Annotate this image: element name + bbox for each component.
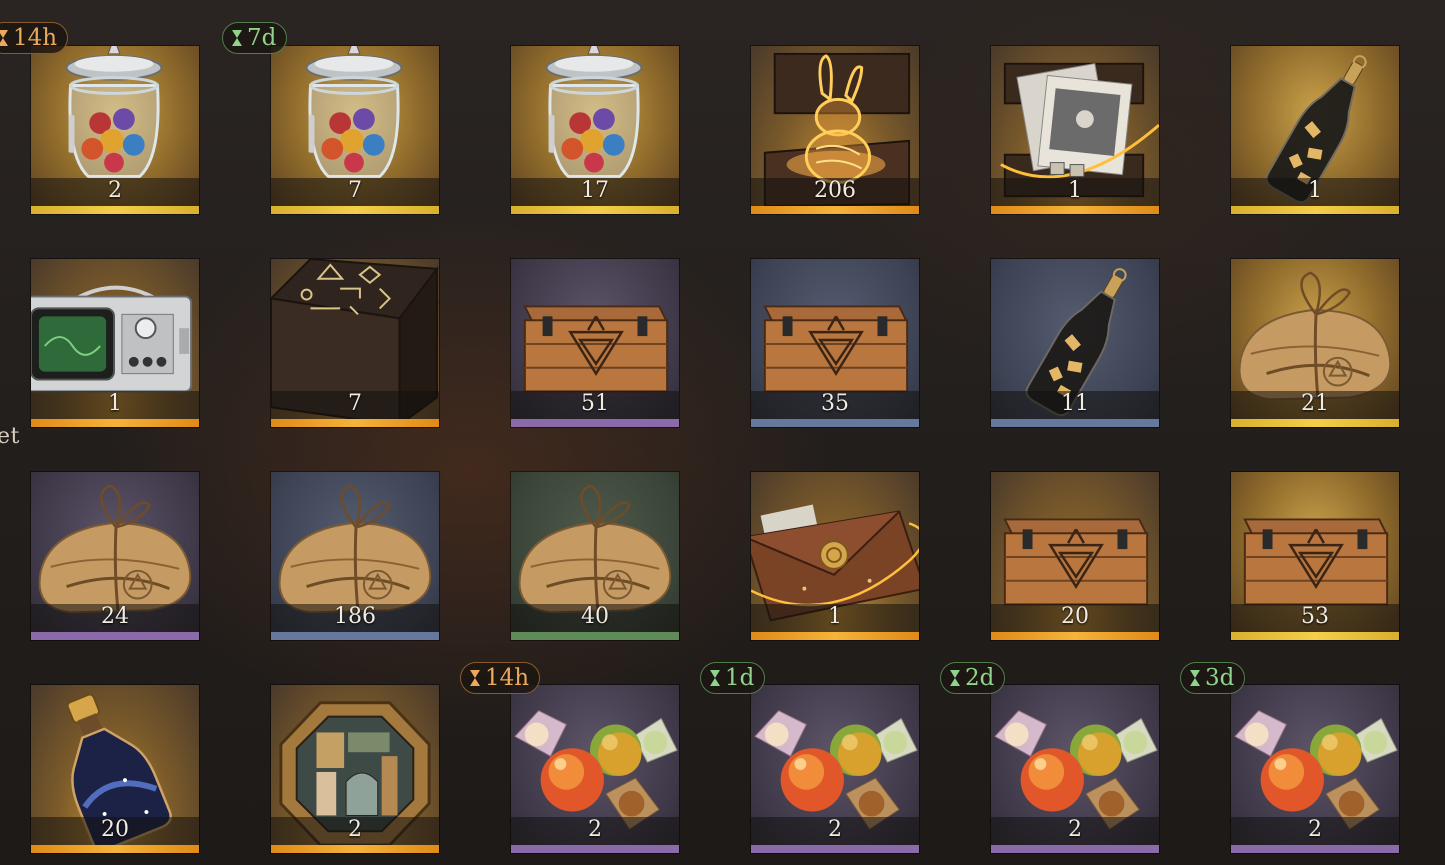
rarity-bar — [1231, 419, 1399, 427]
hourglass-icon — [949, 669, 961, 687]
rarity-bar — [271, 845, 439, 853]
item-count: 1 — [828, 604, 842, 629]
timer-label: 14h — [13, 25, 58, 51]
inventory-slot-photo-chest[interactable]: 1 — [990, 45, 1160, 215]
expiry-timer-badge: 14h — [460, 662, 541, 694]
expiry-timer-badge: 2d — [940, 662, 1006, 694]
rarity-bar — [991, 419, 1159, 427]
item-count: 17 — [581, 178, 609, 203]
rarity-bar — [31, 419, 199, 427]
rarity-bar — [271, 632, 439, 640]
item-count: 11 — [1061, 391, 1089, 416]
item-count: 2 — [588, 817, 602, 842]
rarity-bar — [1231, 206, 1399, 214]
item-count: 40 — [581, 604, 609, 629]
timer-label: 14h — [485, 665, 530, 691]
inventory-slot-wooden-crate[interactable]: 20 — [990, 471, 1160, 641]
inventory-slot-candy[interactable]: 2 — [750, 684, 920, 854]
timer-label: 1d — [725, 665, 755, 691]
rarity-bar — [31, 632, 199, 640]
item-count: 2 — [108, 178, 122, 203]
inventory-slot-golden-rabbit-chest[interactable]: 206 — [750, 45, 920, 215]
item-count: 1 — [1068, 178, 1082, 203]
hourglass-icon — [231, 29, 243, 47]
rarity-bar — [1231, 632, 1399, 640]
expiry-timer-badge: 3d — [1180, 662, 1246, 694]
inventory-slot-wooden-crate[interactable]: 51 — [510, 258, 680, 428]
inventory-slot-puzzle-box[interactable]: 2 — [270, 684, 440, 854]
inventory-slot-message-bottle[interactable]: 1 — [1230, 45, 1400, 215]
hourglass-icon — [1189, 669, 1201, 687]
item-count: 51 — [581, 391, 609, 416]
inventory-slot-wooden-crate[interactable]: 35 — [750, 258, 920, 428]
rarity-bar — [991, 206, 1159, 214]
timer-label: 2d — [965, 665, 995, 691]
hourglass-icon — [0, 29, 9, 47]
expiry-timer-badge: 14h — [0, 22, 69, 54]
rarity-bar — [751, 206, 919, 214]
item-count: 2 — [1308, 817, 1322, 842]
item-count: 53 — [1301, 604, 1329, 629]
item-count: 20 — [1061, 604, 1089, 629]
item-count: 35 — [821, 391, 849, 416]
item-count: 1 — [108, 391, 122, 416]
inventory-slot-wooden-crate[interactable]: 53 — [1230, 471, 1400, 641]
rarity-bar — [271, 419, 439, 427]
inventory-slot-vintage-tv[interactable]: 1 — [30, 258, 200, 428]
timer-label: 7d — [247, 25, 277, 51]
rarity-bar — [511, 845, 679, 853]
inventory-slot-rune-table[interactable]: 7 — [270, 258, 440, 428]
inventory-slot-marble-jar[interactable]: 7 — [270, 45, 440, 215]
item-count: 1 — [1308, 178, 1322, 203]
sidebar-label-fragment: et — [0, 424, 20, 449]
inventory-slot-marble-jar[interactable]: 17 — [510, 45, 680, 215]
rarity-bar — [751, 419, 919, 427]
rarity-bar — [991, 845, 1159, 853]
inventory-slot-starry-potion[interactable]: 20 — [30, 684, 200, 854]
hourglass-icon — [709, 669, 721, 687]
rarity-bar — [991, 632, 1159, 640]
inventory-slot-candy[interactable]: 2 — [990, 684, 1160, 854]
item-count: 21 — [1301, 391, 1329, 416]
inventory-slot-wrapped-parcel[interactable]: 186 — [270, 471, 440, 641]
rarity-bar — [511, 206, 679, 214]
rarity-bar — [751, 632, 919, 640]
timer-label: 3d — [1205, 665, 1235, 691]
rarity-bar — [31, 845, 199, 853]
item-count: 186 — [334, 604, 376, 629]
item-count: 2 — [1068, 817, 1082, 842]
rarity-bar — [511, 419, 679, 427]
item-count: 2 — [828, 817, 842, 842]
inventory-slot-wrapped-parcel[interactable]: 24 — [30, 471, 200, 641]
rarity-bar — [751, 845, 919, 853]
rarity-bar — [1231, 845, 1399, 853]
item-count: 24 — [101, 604, 129, 629]
item-count: 7 — [348, 178, 362, 203]
item-count: 2 — [348, 817, 362, 842]
inventory-slot-message-bottle[interactable]: 11 — [990, 258, 1160, 428]
item-count: 206 — [814, 178, 856, 203]
inventory-slot-sealed-envelope[interactable]: 1 — [750, 471, 920, 641]
expiry-timer-badge: 7d — [222, 22, 288, 54]
inventory-slot-marble-jar[interactable]: 2 — [30, 45, 200, 215]
inventory-slot-candy[interactable]: 2 — [510, 684, 680, 854]
item-count: 20 — [101, 817, 129, 842]
rarity-bar — [511, 632, 679, 640]
hourglass-icon — [469, 669, 481, 687]
rarity-bar — [271, 206, 439, 214]
inventory-slot-wrapped-parcel[interactable]: 21 — [1230, 258, 1400, 428]
inventory-slot-wrapped-parcel[interactable]: 40 — [510, 471, 680, 641]
item-count: 7 — [348, 391, 362, 416]
rarity-bar — [31, 206, 199, 214]
inventory-slot-candy[interactable]: 2 — [1230, 684, 1400, 854]
expiry-timer-badge: 1d — [700, 662, 766, 694]
